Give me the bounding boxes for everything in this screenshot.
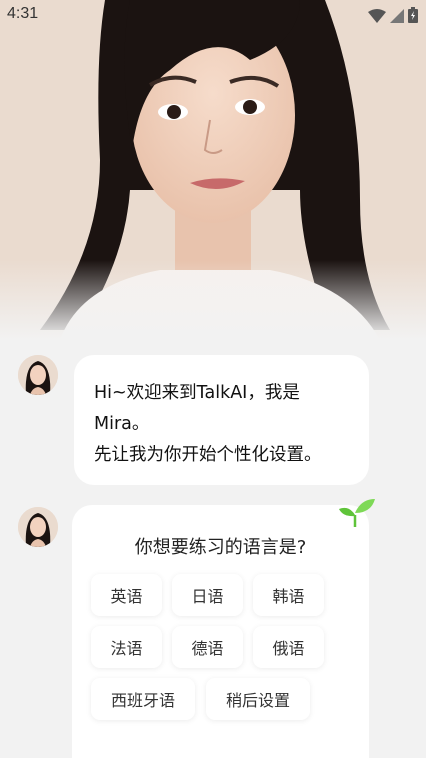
- option-german-button[interactable]: 德语: [172, 626, 243, 668]
- wifi-icon: [368, 8, 386, 27]
- set-later-button[interactable]: 稍后设置: [206, 678, 310, 720]
- hero-portrait: [0, 0, 426, 340]
- battery-icon: [408, 7, 418, 27]
- option-russian-button[interactable]: 俄语: [253, 626, 324, 668]
- assistant-avatar: [18, 355, 58, 395]
- option-japanese-button[interactable]: 日语: [172, 574, 243, 616]
- message-line: Mira。: [94, 414, 150, 434]
- status-bar: 4:31: [0, 0, 426, 30]
- message-line: 先让我为你开始个性化设置。: [94, 445, 322, 465]
- option-english-button[interactable]: 英语: [91, 574, 162, 616]
- signal-icon: [390, 8, 404, 27]
- status-time: 4:31: [7, 5, 39, 22]
- assistant-avatar: [18, 507, 58, 547]
- status-icons: [368, 7, 418, 27]
- option-french-button[interactable]: 法语: [91, 626, 162, 668]
- assistant-message-bubble: Hi~欢迎来到TalkAI，我是 Mira。 先让我为你开始个性化设置。: [74, 355, 369, 485]
- option-korean-button[interactable]: 韩语: [253, 574, 324, 616]
- language-question: 你想要练习的语言是?: [134, 537, 307, 558]
- hero-fade: [0, 260, 426, 340]
- sprout-icon: [339, 499, 375, 531]
- message-line: Hi~欢迎来到TalkAI，我是: [94, 383, 300, 403]
- language-selection-card: 你想要练习的语言是? 英语 日语 韩语 法语 德语 俄语 西班牙语 稍后设置: [72, 499, 375, 758]
- option-spanish-button[interactable]: 西班牙语: [91, 678, 195, 720]
